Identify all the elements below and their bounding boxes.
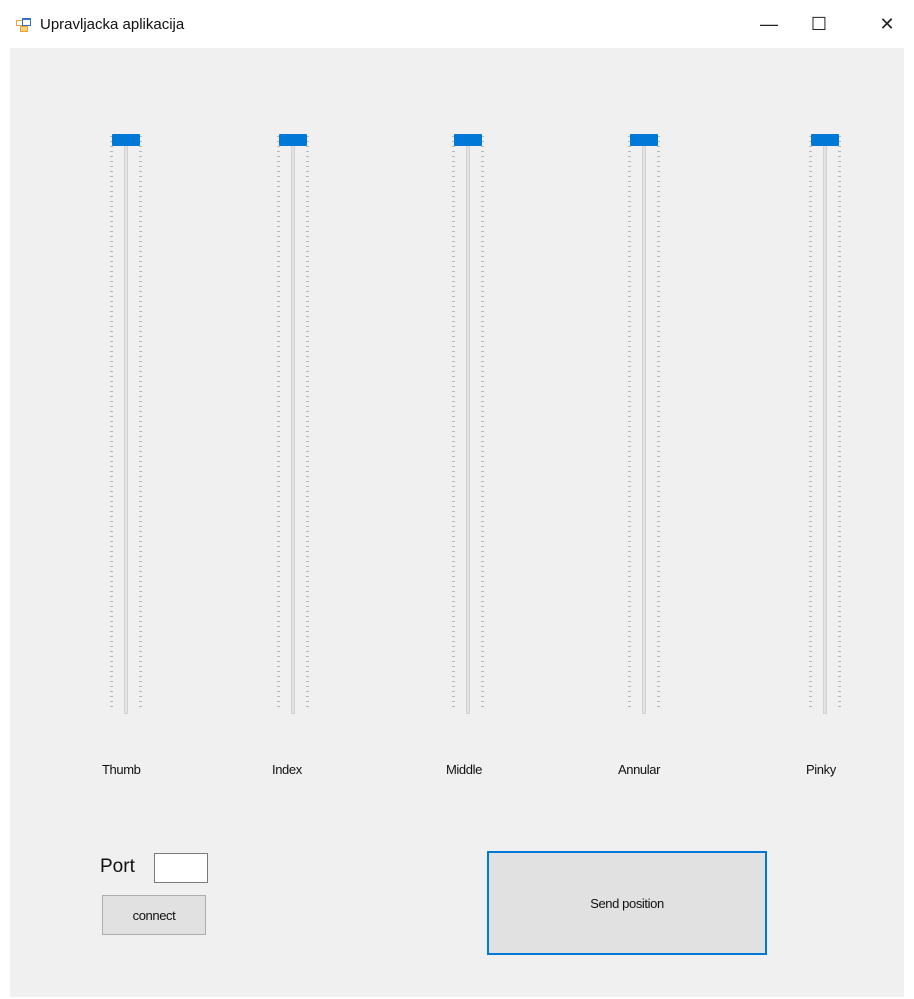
label-pinky: Pinky	[806, 762, 836, 777]
tick-marks	[452, 136, 455, 710]
slider-middle[interactable]	[448, 134, 488, 716]
slider-handle[interactable]	[811, 134, 839, 146]
tick-marks	[306, 136, 309, 710]
close-button[interactable]: ✕	[864, 0, 910, 48]
slider-track	[642, 134, 646, 714]
tick-marks	[110, 136, 113, 710]
send-position-button[interactable]: Send position	[487, 851, 767, 955]
slider-track	[124, 134, 128, 714]
label-thumb: Thumb	[102, 762, 141, 777]
window-title: Upravljacka aplikacija	[40, 16, 185, 33]
slider-thumb[interactable]	[106, 134, 146, 716]
tick-marks	[277, 136, 280, 710]
connect-button[interactable]: connect	[102, 895, 206, 935]
maximize-button[interactable]: ☐	[796, 0, 842, 48]
maximize-icon: ☐	[810, 13, 828, 34]
label-middle: Middle	[446, 762, 482, 777]
minimize-icon: —	[760, 13, 778, 34]
slider-annular[interactable]	[624, 134, 664, 716]
slider-handle[interactable]	[279, 134, 307, 146]
slider-track	[466, 134, 470, 714]
label-annular: Annular	[618, 762, 661, 777]
close-icon: ✕	[879, 13, 895, 34]
minimize-button[interactable]: —	[746, 0, 792, 48]
tick-marks	[139, 136, 142, 710]
label-index: Index	[272, 762, 302, 777]
tick-marks	[838, 136, 841, 710]
slider-index[interactable]	[273, 134, 313, 716]
port-input[interactable]	[154, 853, 208, 883]
port-label: Port	[100, 856, 135, 877]
tick-marks	[657, 136, 660, 710]
slider-pinky[interactable]	[805, 134, 845, 716]
form-client-area: Thumb Index Middle Annular Pinky Port co…	[10, 48, 904, 997]
slider-track	[291, 134, 295, 714]
slider-handle[interactable]	[454, 134, 482, 146]
slider-handle[interactable]	[112, 134, 140, 146]
tick-marks	[809, 136, 812, 710]
title-bar: Upravljacka aplikacija — ☐ ✕	[0, 0, 914, 48]
slider-handle[interactable]	[630, 134, 658, 146]
app-form-icon	[16, 17, 32, 33]
slider-track	[823, 134, 827, 714]
tick-marks	[481, 136, 484, 710]
tick-marks	[628, 136, 631, 710]
